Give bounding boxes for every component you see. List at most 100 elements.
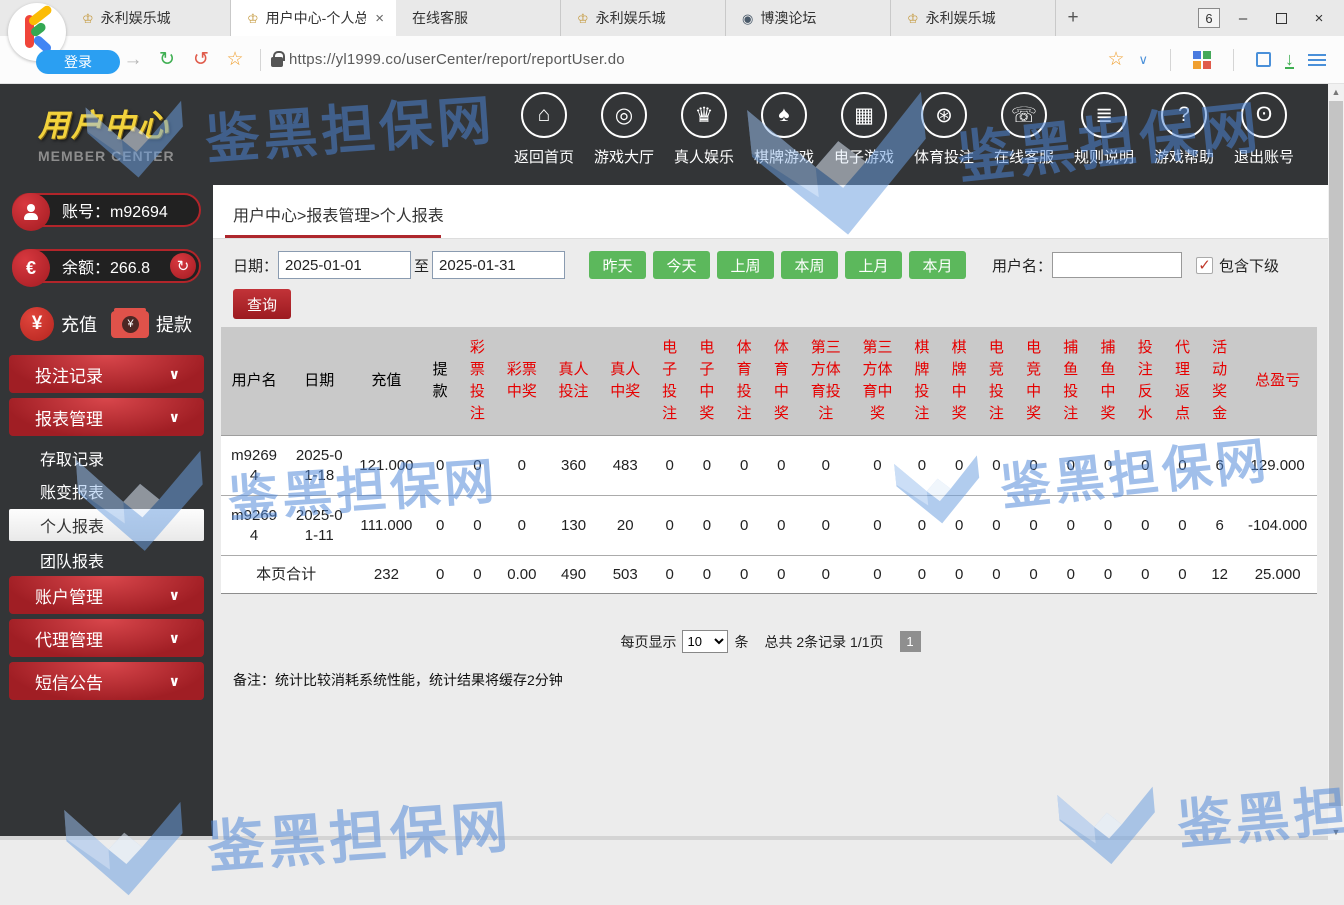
bookmark-chevron-icon[interactable]: ∨ — [1138, 52, 1148, 68]
breadcrumb-bar: 用户中心>报表管理>个人报表 — [213, 185, 1328, 239]
refresh-balance-icon[interactable]: ↻ — [170, 253, 196, 279]
date-to-input[interactable] — [432, 251, 565, 279]
browser-tab[interactable]: ♔永利娱乐城 — [66, 0, 231, 36]
recharge-button[interactable]: 充值 — [61, 311, 97, 337]
page-scrollbar[interactable]: ▲ ▼ — [1328, 84, 1344, 840]
download-icon[interactable]: ↓ — [1285, 51, 1294, 69]
top-nav-logout[interactable]: ʘ退出账号 — [1226, 92, 1302, 167]
browser-tab[interactable]: ♔永利娱乐城 — [891, 0, 1056, 36]
crown-favicon-icon: ♔ — [907, 12, 919, 25]
chevron-down-icon: ∨ — [169, 587, 180, 604]
report-cell: 0 — [1127, 496, 1164, 556]
reload-icon[interactable]: ↻ — [150, 48, 184, 71]
per-page-select[interactable]: 10 — [682, 630, 728, 653]
quick-date-button[interactable]: 今天 — [653, 251, 710, 279]
summary-cell: 0 — [726, 556, 763, 594]
sidebar-group-button[interactable]: 代理管理∨ — [9, 619, 204, 657]
unit-label: 条 — [734, 632, 748, 652]
sidebar-item-link[interactable]: 团队报表 — [0, 543, 213, 576]
top-nav-card-games[interactable]: ♠棋牌游戏 — [746, 92, 822, 167]
ssl-lock-icon[interactable] — [271, 57, 283, 67]
tab-title: 博澳论坛 — [760, 8, 880, 28]
top-nav-slots[interactable]: ▦电子游戏 — [826, 92, 902, 167]
tab-count-badge[interactable]: 6 — [1198, 8, 1220, 28]
close-tab-icon[interactable]: × — [373, 10, 386, 27]
report-cell: 0 — [422, 436, 459, 496]
sidebar-group-button[interactable]: 账户管理∨ — [9, 576, 204, 614]
page-number-button[interactable]: 1 — [900, 631, 921, 652]
screenshot-icon[interactable] — [1256, 52, 1271, 67]
top-nav-label: 游戏大厅 — [594, 146, 654, 167]
date-from-input[interactable] — [278, 251, 411, 279]
sidebar-item-link[interactable]: 存取记录 — [0, 441, 213, 474]
favorite-star-icon[interactable]: ☆ — [218, 48, 252, 71]
summary-cell: 0.00 — [496, 556, 548, 594]
quick-date-button[interactable]: 上周 — [717, 251, 774, 279]
account-pill: 账号：m92694 — [12, 193, 201, 227]
tab-title: 在线客服 — [412, 8, 550, 28]
quick-date-button[interactable]: 上月 — [845, 251, 902, 279]
browser-tab[interactable]: ♔用户中心-个人总览× — [231, 0, 396, 36]
top-nav-home[interactable]: ⌂返回首页 — [506, 92, 582, 167]
browser-tab[interactable]: ♔永利娱乐城 — [561, 0, 726, 36]
summary-label: 本页合计 — [221, 556, 351, 594]
top-nav-help[interactable]: ?游戏帮助 — [1146, 92, 1222, 167]
crown-favicon-icon: ♔ — [577, 12, 589, 25]
summary-cell: 0 — [941, 556, 978, 594]
report-cell: m92694 — [221, 436, 287, 496]
report-cell: 6 — [1201, 496, 1238, 556]
browser-login-button[interactable]: 登录 — [36, 50, 120, 74]
sidebar: 账号：m92694 € 余额：266.8 ↻ ¥ 充值 ¥ 提款 投注记录∨报表… — [0, 185, 213, 836]
sidebar-group-button[interactable]: 短信公告∨ — [9, 662, 204, 700]
maximize-icon[interactable] — [1266, 5, 1296, 31]
quick-date-button[interactable]: 本月 — [909, 251, 966, 279]
sidebar-group-button[interactable]: 报表管理∨ — [9, 398, 204, 436]
top-nav-rules[interactable]: ≣规则说明 — [1066, 92, 1142, 167]
globe-favicon-icon: ◉ — [742, 12, 753, 25]
top-nav-label: 棋牌游戏 — [754, 146, 814, 167]
browser-menu-icon[interactable] — [1308, 54, 1326, 66]
undo-icon[interactable]: ↺ — [184, 48, 218, 71]
table-row: m926942025-01-18121.00000036048300000000… — [221, 436, 1317, 496]
close-icon[interactable]: × — [1304, 5, 1334, 31]
new-tab-button[interactable]: + — [1056, 0, 1090, 36]
quick-date-button[interactable]: 本周 — [781, 251, 838, 279]
summary-cell: 232 — [351, 556, 421, 594]
quick-date-button[interactable]: 昨天 — [589, 251, 646, 279]
report-cell: 360 — [548, 436, 600, 496]
withdraw-wallet-icon[interactable]: ¥ — [111, 311, 149, 338]
forward-icon[interactable]: → — [116, 49, 150, 71]
scroll-up-icon[interactable]: ▲ — [1328, 84, 1344, 100]
apps-grid-icon[interactable] — [1193, 51, 1211, 69]
top-nav-sports[interactable]: ⊛体育投注 — [906, 92, 982, 167]
browser-tab[interactable]: 在线客服 — [396, 0, 561, 36]
scroll-down-icon[interactable]: ▼ — [1328, 824, 1344, 840]
report-cell: 2025-01-18 — [287, 436, 351, 496]
summary-cell: 0 — [800, 556, 852, 594]
top-nav-customer-service[interactable]: ☏在线客服 — [986, 92, 1062, 167]
top-nav-game-hall[interactable]: ◎游戏大厅 — [586, 92, 662, 167]
summary-cell: 0 — [422, 556, 459, 594]
report-cell: 0 — [978, 436, 1015, 496]
sidebar-item-link[interactable]: 账变报表 — [0, 474, 213, 507]
include-sub-checkbox[interactable]: ✓ — [1196, 257, 1213, 274]
withdraw-button[interactable]: 提款 — [156, 311, 192, 337]
query-button[interactable]: 查询 — [233, 289, 291, 319]
sidebar-group-button[interactable]: 投注记录∨ — [9, 355, 204, 393]
recharge-icon[interactable]: ¥ — [20, 307, 54, 341]
minimize-icon[interactable]: – — [1228, 5, 1258, 31]
per-page-label: 每页显示 — [620, 632, 676, 652]
chevron-down-icon: ∨ — [169, 409, 180, 426]
top-nav-label: 游戏帮助 — [1154, 146, 1214, 167]
username-input[interactable] — [1052, 252, 1182, 278]
address-bar[interactable]: https://yl1999.co/userCenter/report/repo… — [289, 51, 625, 68]
report-cell: 0 — [496, 496, 548, 556]
report-header-cell: 用户名 — [221, 327, 287, 436]
sidebar-item-active[interactable]: 个人报表 — [9, 509, 204, 541]
report-cell: 0 — [1127, 436, 1164, 496]
report-header-cell: 第三方体育中奖 — [852, 327, 904, 436]
scrollbar-thumb[interactable] — [1329, 101, 1343, 806]
top-nav-live-casino[interactable]: ♛真人娱乐 — [666, 92, 742, 167]
bookmark-star-icon[interactable]: ☆ — [1107, 48, 1124, 71]
browser-tab[interactable]: ◉ 博澳论坛 — [726, 0, 891, 36]
